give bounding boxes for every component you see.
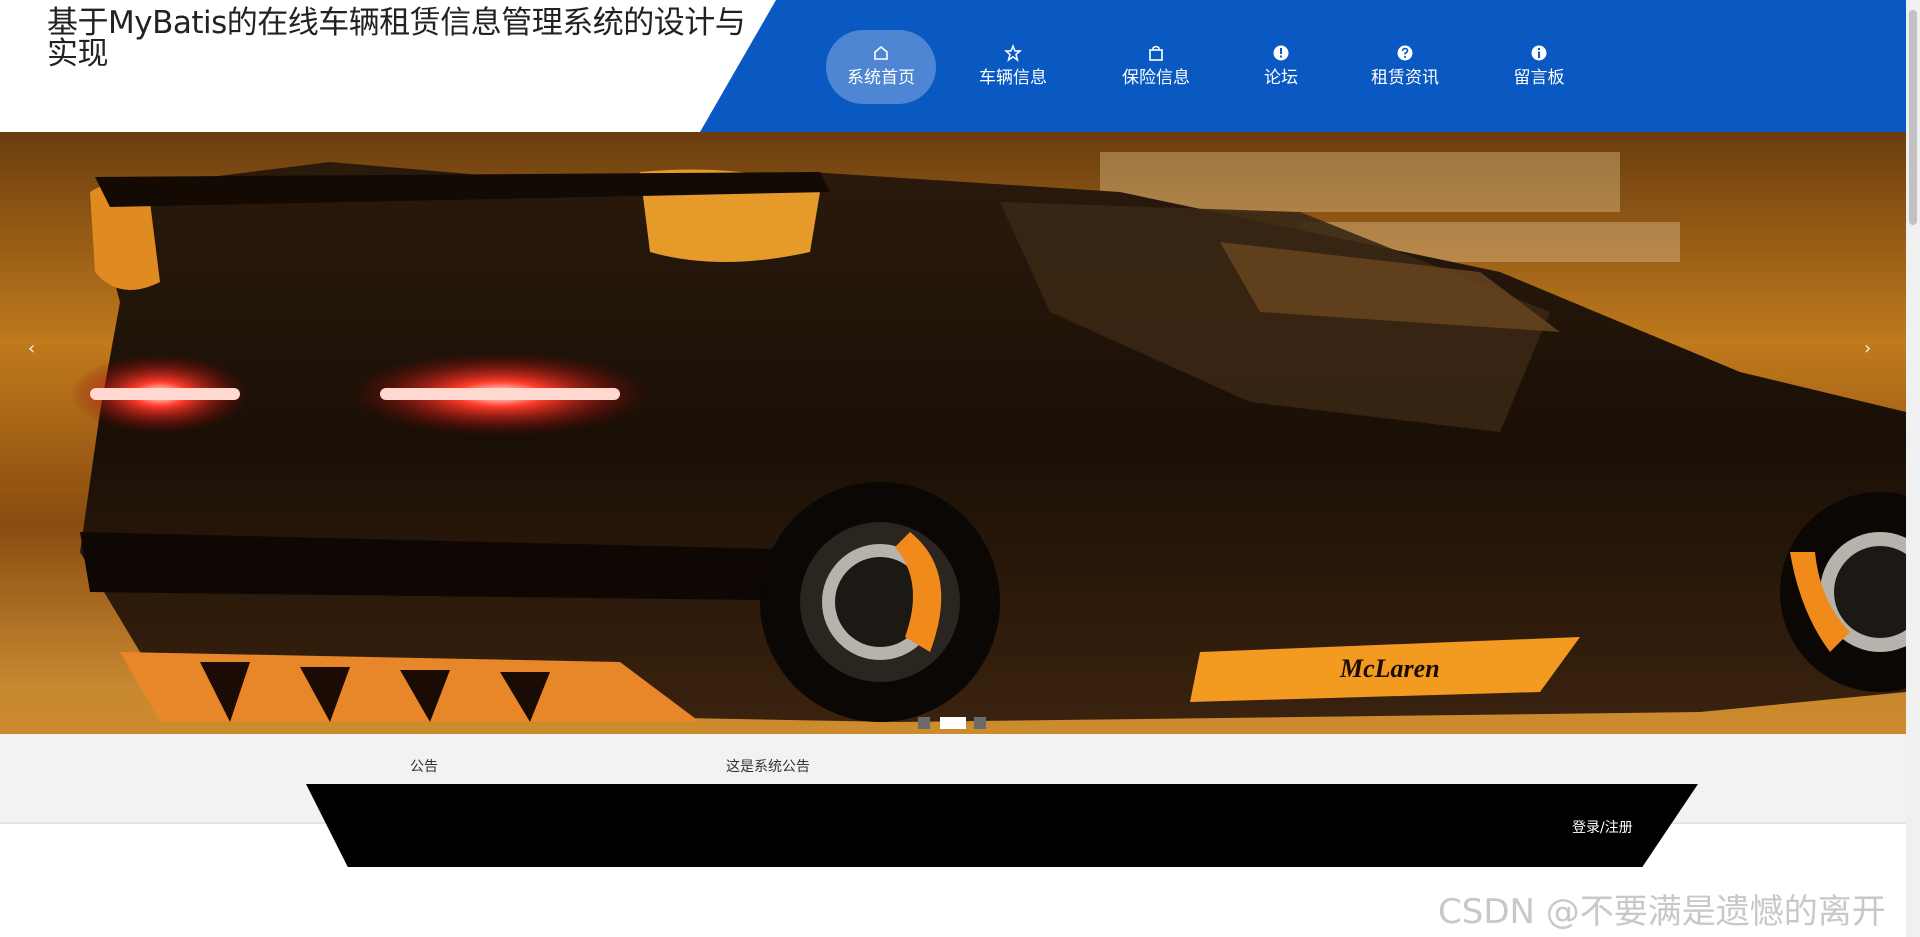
nav-label: 系统首页 bbox=[847, 68, 915, 88]
site-header: 基于MyBatis的在线车辆租赁信息管理系统的设计与实现 系统首页 车辆信息 保… bbox=[0, 0, 1906, 132]
carousel-dot-1[interactable] bbox=[918, 717, 930, 729]
notice-text[interactable]: 这是系统公告 bbox=[726, 756, 810, 776]
site-title: 基于MyBatis的在线车辆租赁信息管理系统的设计与实现 bbox=[47, 5, 746, 72]
nav-item-forum[interactable]: 论坛 bbox=[1226, 30, 1336, 104]
hero-carousel[interactable]: McLaren ‹ › bbox=[0, 132, 1906, 734]
scrollbar-thumb[interactable] bbox=[1909, 10, 1917, 225]
page-scrollbar[interactable] bbox=[1906, 0, 1920, 937]
info-circle-icon bbox=[1273, 45, 1289, 61]
info-circle-icon bbox=[1531, 45, 1547, 61]
brand-text: McLaren bbox=[1339, 654, 1440, 683]
nav-label: 论坛 bbox=[1264, 68, 1298, 88]
nav-item-message-board[interactable]: 留言板 bbox=[1484, 30, 1594, 104]
nav-label: 留言板 bbox=[1513, 68, 1565, 88]
carousel-dot-3[interactable] bbox=[974, 717, 986, 729]
nav-item-vehicles[interactable]: 车辆信息 bbox=[958, 30, 1068, 104]
supercar-rear-photo: McLaren bbox=[0, 132, 1906, 734]
nav-label: 车辆信息 bbox=[979, 68, 1047, 88]
carousel-next-arrow[interactable]: › bbox=[1864, 338, 1871, 359]
nav-label: 保险信息 bbox=[1122, 68, 1190, 88]
nav-item-insurance[interactable]: 保险信息 bbox=[1101, 30, 1211, 104]
star-icon bbox=[1004, 44, 1022, 62]
nav-item-news[interactable]: 租赁资讯 bbox=[1350, 30, 1460, 104]
help-circle-icon bbox=[1397, 45, 1413, 61]
carousel-dot-2[interactable] bbox=[940, 717, 966, 729]
watermark-text: CSDN @不要满是遗憾的离开 bbox=[1438, 892, 1886, 932]
home-icon bbox=[874, 45, 888, 60]
carousel-prev-arrow[interactable]: ‹ bbox=[28, 338, 35, 359]
nav-label: 租赁资讯 bbox=[1371, 68, 1439, 88]
bag-icon bbox=[1149, 45, 1163, 61]
nav-item-home[interactable]: 系统首页 bbox=[826, 30, 936, 104]
notice-label: 公告 bbox=[410, 759, 438, 775]
login-register-link[interactable]: 登录/注册 bbox=[1572, 817, 1633, 837]
auth-bar bbox=[306, 784, 1698, 867]
